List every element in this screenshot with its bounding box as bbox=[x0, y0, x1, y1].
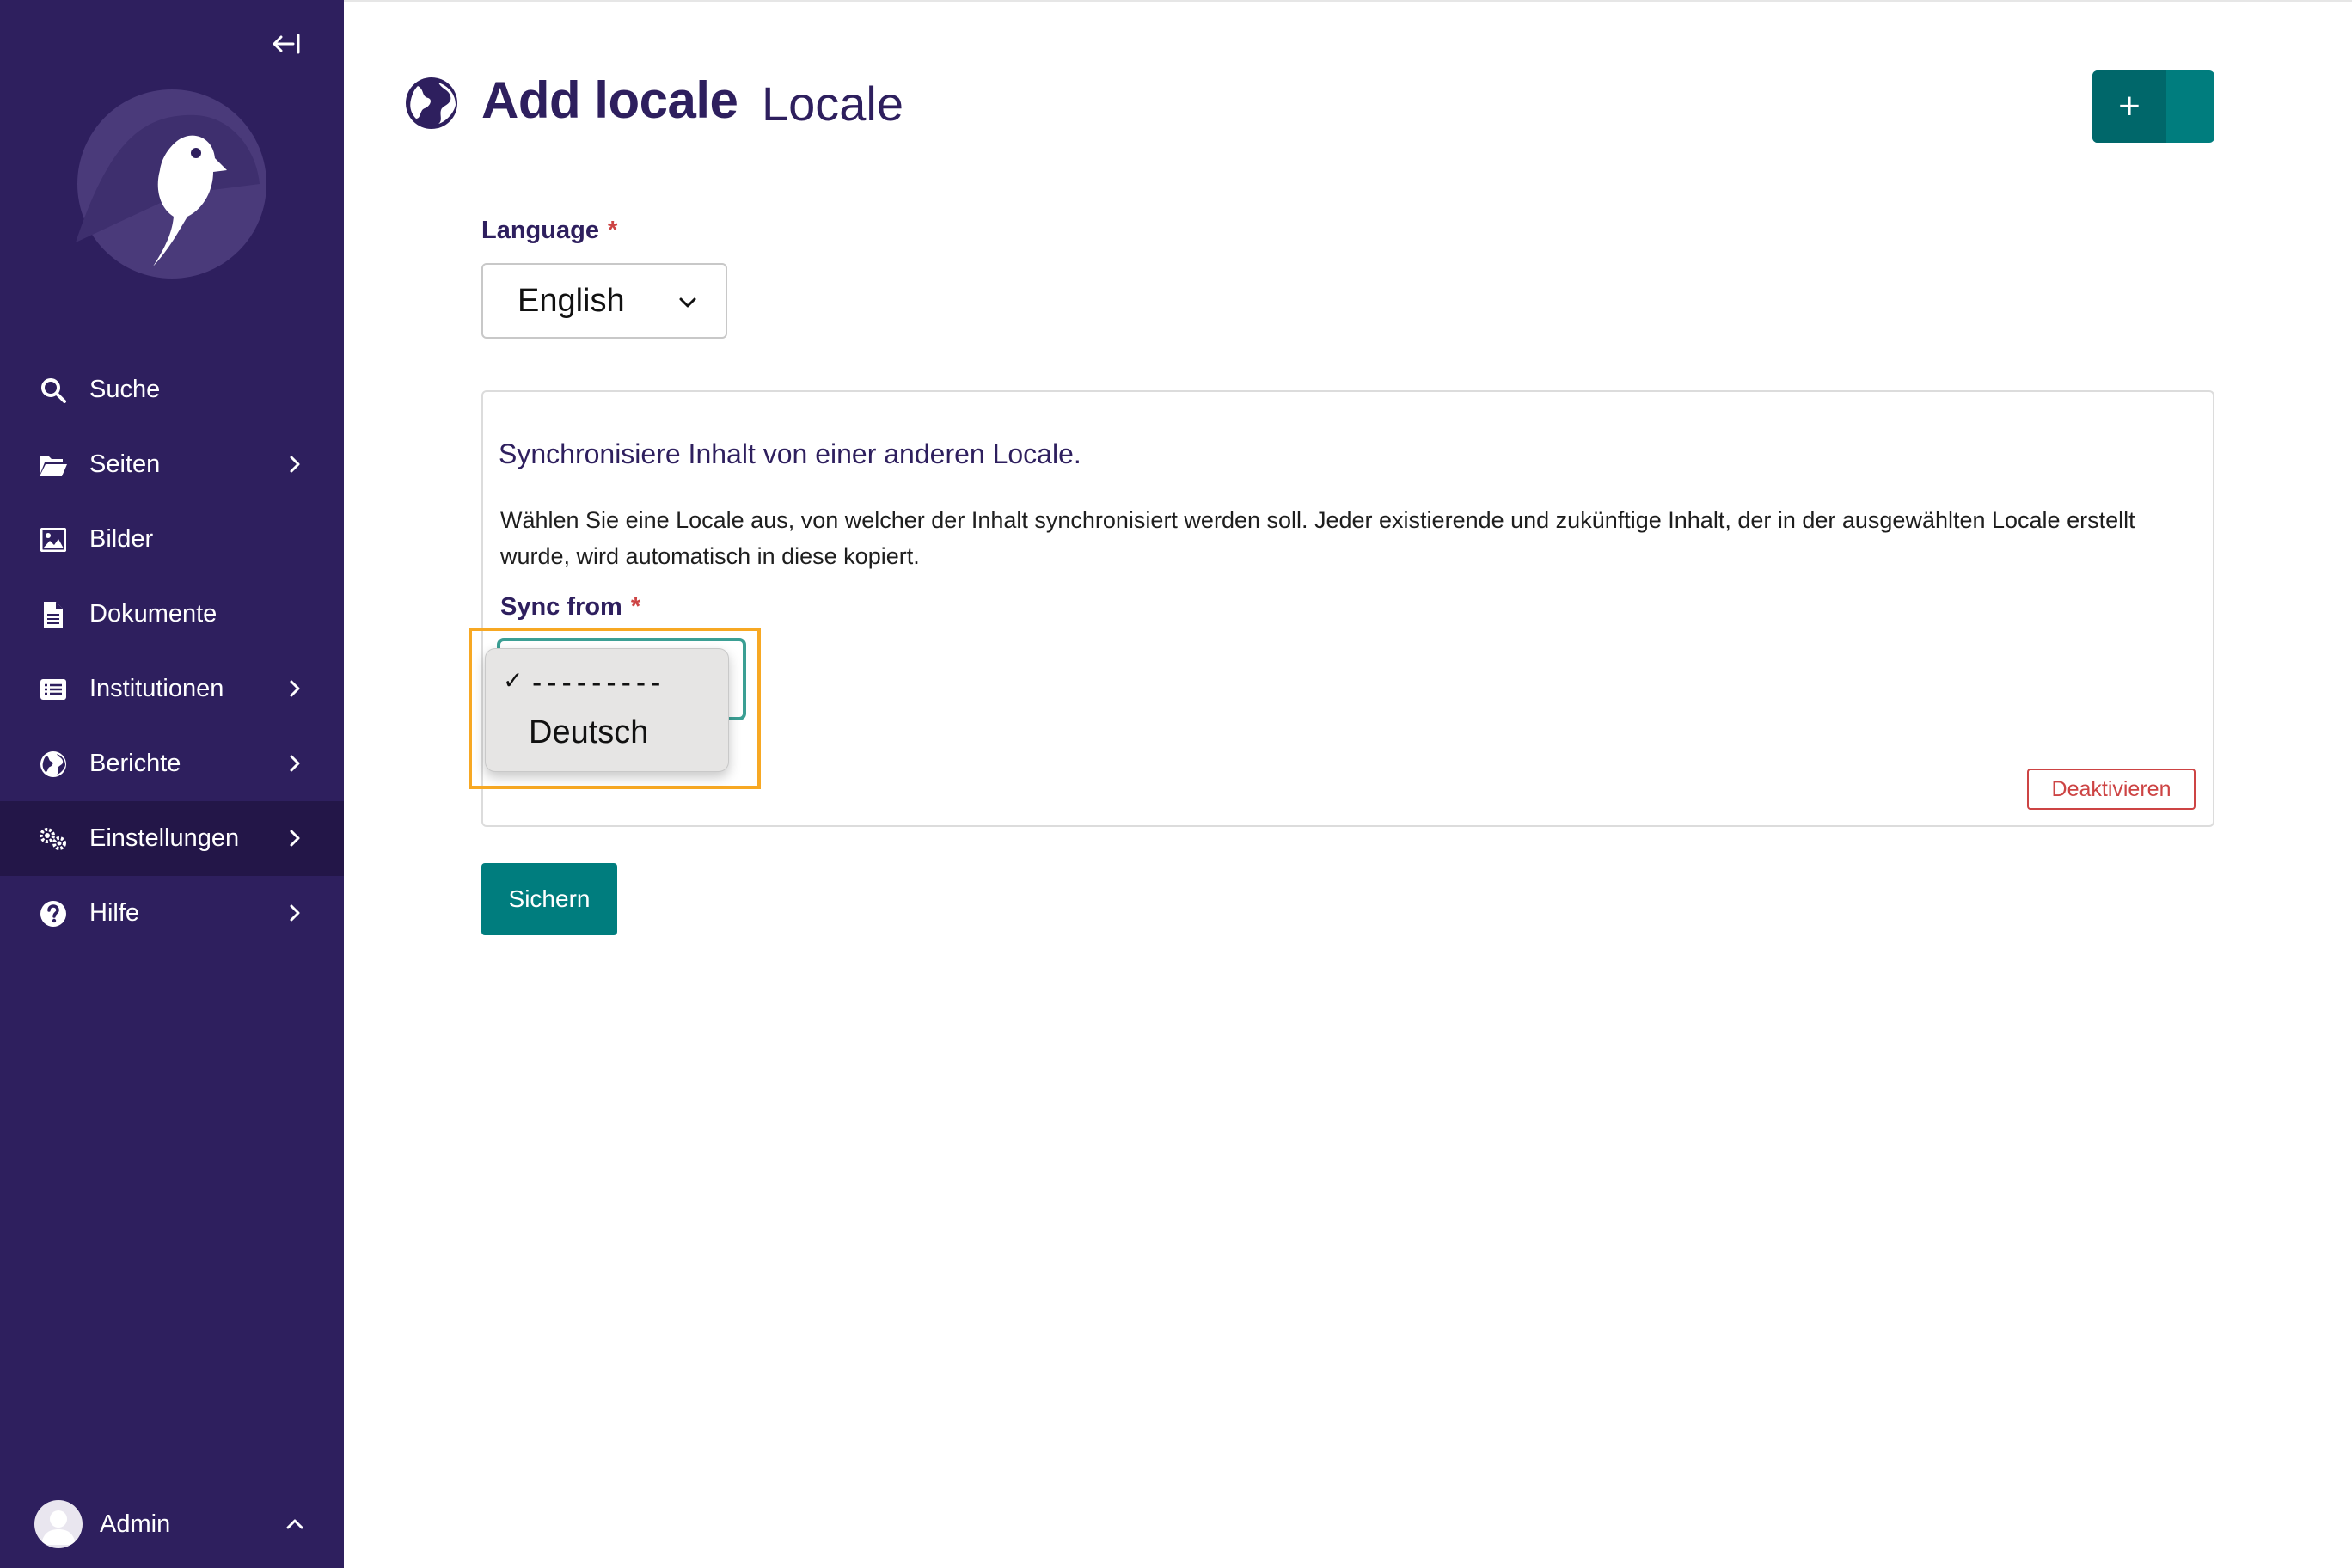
sidebar-item-label: Berichte bbox=[89, 750, 181, 777]
globe-icon bbox=[406, 77, 457, 129]
sidebar-item-label: Dokumente bbox=[89, 600, 217, 628]
sidebar-nav: Suche Seiten Bilder Dokumente Institutio… bbox=[0, 352, 344, 951]
chevron-up-icon bbox=[286, 1519, 303, 1529]
chevron-right-icon bbox=[290, 755, 300, 772]
save-button[interactable]: Sichern bbox=[481, 863, 617, 935]
dropdown-option-empty[interactable]: ✓ --------- bbox=[486, 666, 730, 701]
sidebar-item-label: Seiten bbox=[89, 450, 161, 478]
account-menu-button[interactable]: Admin bbox=[0, 1487, 344, 1561]
wagtail-logo[interactable] bbox=[76, 88, 268, 280]
sidebar-item-hilfe[interactable]: Hilfe bbox=[0, 876, 344, 951]
search-icon bbox=[38, 375, 69, 406]
collapse-left-icon bbox=[273, 34, 300, 54]
sync-panel-heading: Synchronisiere Inhalt von einer anderen … bbox=[499, 438, 1081, 469]
sidebar-item-seiten[interactable]: Seiten bbox=[0, 427, 344, 502]
dropdown-option-deutsch[interactable]: Deutsch bbox=[486, 714, 730, 759]
chevron-down-icon bbox=[679, 297, 696, 308]
wagtail-bird-logo bbox=[76, 89, 266, 279]
page-title: Add locale bbox=[481, 71, 738, 129]
list-icon bbox=[38, 674, 69, 705]
language-select-value: English bbox=[518, 282, 625, 319]
top-border bbox=[344, 0, 2352, 2]
language-select[interactable]: English bbox=[481, 263, 727, 339]
sidebar-item-label: Hilfe bbox=[89, 899, 140, 927]
language-label: Language * bbox=[481, 217, 617, 245]
sidebar-item-label: Institutionen bbox=[89, 675, 224, 702]
dropdown-option-label: Deutsch bbox=[529, 714, 649, 750]
sidebar-item-suche[interactable]: Suche bbox=[0, 352, 344, 427]
sidebar: Suche Seiten Bilder Dokumente Institutio… bbox=[0, 0, 344, 1568]
chevron-right-icon bbox=[290, 456, 300, 473]
add-button[interactable]: + bbox=[2092, 70, 2214, 143]
chevron-right-icon bbox=[290, 680, 300, 697]
language-label-text: Language bbox=[481, 217, 599, 244]
page-subtitle: Locale bbox=[762, 77, 904, 131]
sync-from-label-text: Sync from bbox=[500, 593, 622, 621]
sidebar-item-einstellungen[interactable]: Einstellungen bbox=[0, 801, 344, 876]
image-icon bbox=[38, 524, 69, 555]
sidebar-item-label: Suche bbox=[89, 376, 161, 403]
sidebar-item-label: Einstellungen bbox=[89, 824, 240, 852]
help-icon bbox=[38, 898, 69, 929]
chevron-right-icon bbox=[290, 830, 300, 847]
dropdown-option-label: --------- bbox=[529, 666, 664, 699]
required-mark: * bbox=[607, 217, 618, 244]
sync-panel-description: Wählen Sie eine Locale aus, von welcher … bbox=[500, 507, 2135, 569]
globe-icon bbox=[38, 749, 69, 780]
sidebar-item-berichte[interactable]: Berichte bbox=[0, 726, 344, 801]
sidebar-item-bilder[interactable]: Bilder bbox=[0, 502, 344, 577]
sidebar-item-label: Bilder bbox=[89, 525, 154, 553]
chevron-right-icon bbox=[290, 904, 300, 922]
sidebar-item-dokumente[interactable]: Dokumente bbox=[0, 577, 344, 652]
page: Suche Seiten Bilder Dokumente Institutio… bbox=[0, 0, 2352, 1568]
cogs-icon bbox=[38, 824, 69, 854]
folder-open-icon bbox=[38, 450, 69, 481]
document-icon bbox=[38, 599, 69, 630]
sidebar-item-institutionen[interactable]: Institutionen bbox=[0, 652, 344, 726]
deactivate-button[interactable]: Deaktivieren bbox=[2027, 769, 2196, 810]
plus-icon: + bbox=[2092, 70, 2166, 143]
checkmark-icon: ✓ bbox=[503, 666, 524, 695]
account-name: Admin bbox=[100, 1510, 171, 1538]
sync-from-dropdown: ✓ --------- Deutsch bbox=[485, 648, 729, 772]
collapse-sidebar-button[interactable] bbox=[268, 31, 306, 62]
avatar bbox=[34, 1500, 83, 1548]
required-mark: * bbox=[630, 593, 641, 621]
sync-from-label: Sync from * bbox=[500, 593, 640, 622]
